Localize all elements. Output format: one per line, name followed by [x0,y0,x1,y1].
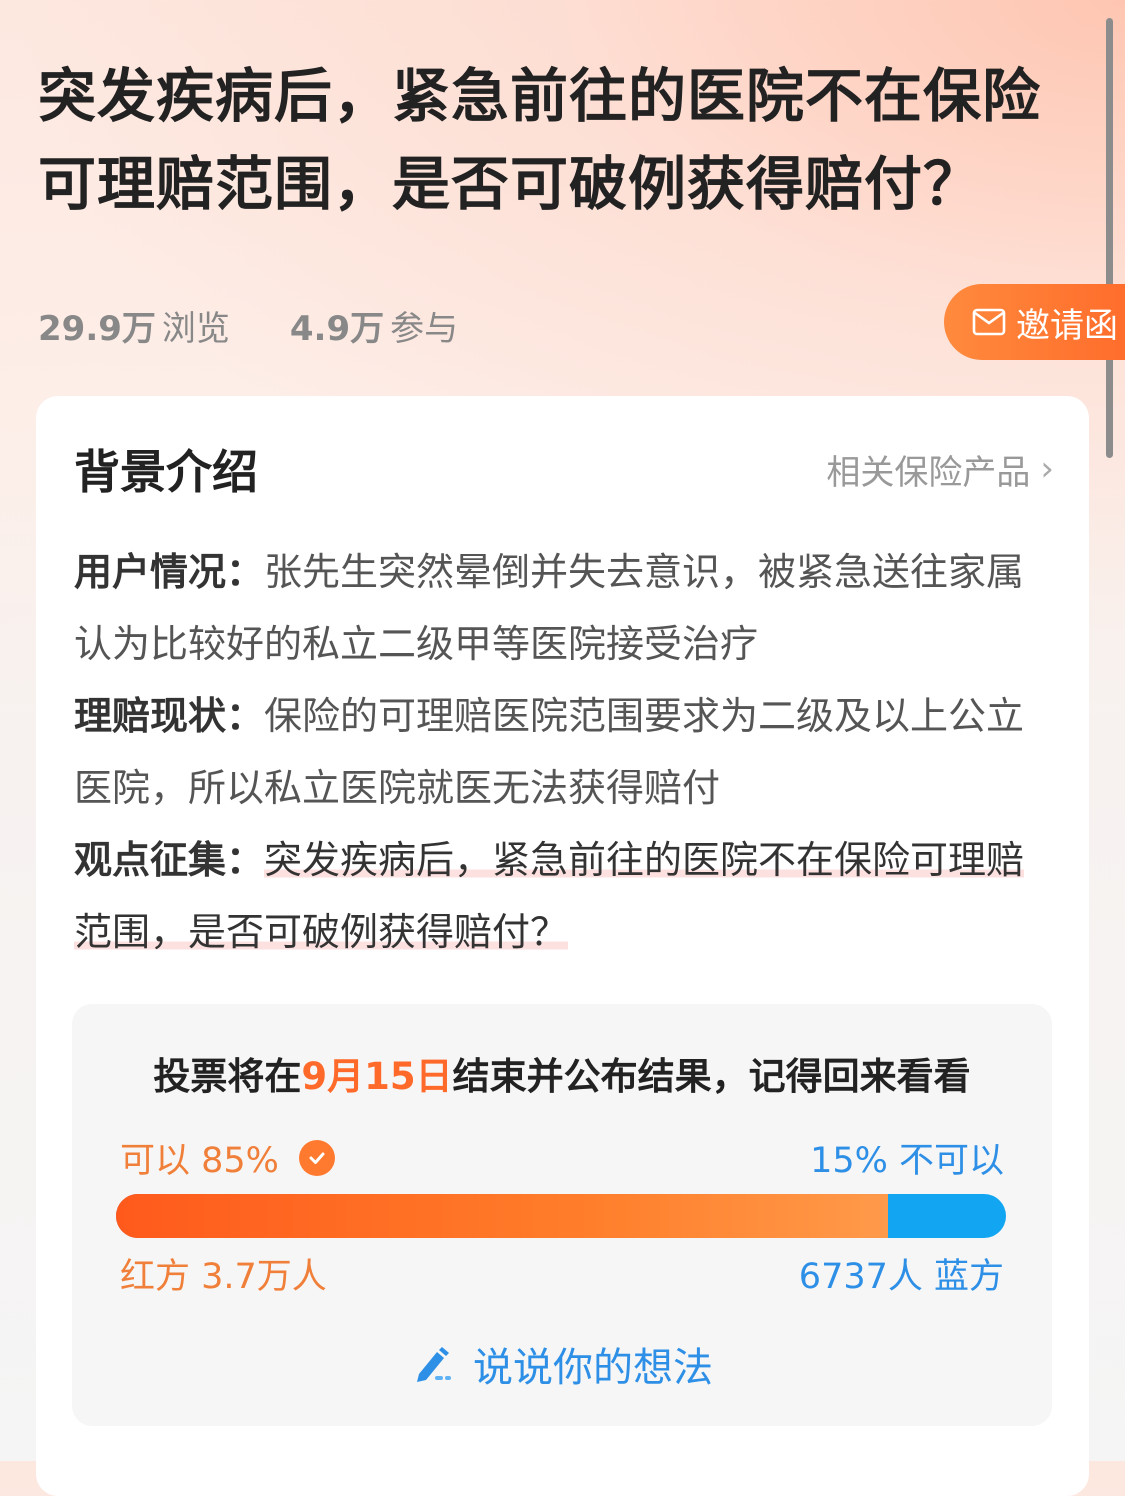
section-label: 理赔现状： [74,694,265,738]
red-share-fill [116,1194,888,1238]
check-icon [298,1139,335,1176]
page-title: 突发疾病后，紧急前往的医院不在保险可理赔范围，是否可破例获得赔付？ [38,62,1042,218]
chevron-right-icon: › [1040,449,1054,489]
section-label: 观点征集： [74,838,265,882]
participants-count: 4.9万 [289,308,385,349]
background-description: 用户情况：张先生突然晕倒并失去意识，被紧急送往家属认为比较好的私立二级甲等医院接… [74,536,1049,968]
blue-option-label[interactable]: 15% 不可以 [810,1132,1004,1183]
user-situation: 用户情况：张先生突然晕倒并失去意识，被紧急送往家属认为比较好的私立二级甲等医院接… [74,536,1049,680]
pencil-icon [417,1347,451,1382]
vote-end-date: 9月15日 [301,1055,453,1098]
related-products-link[interactable]: 相关保险产品 › [826,445,1054,494]
notice-prefix: 投票将在 [153,1055,302,1098]
vote-panel: 投票将在9月15日结束并公布结果，记得回来看看 可以 85% 15% 不可以 红… [72,1004,1052,1426]
notice-suffix: 结束并公布结果，记得回来看看 [452,1055,971,1098]
vote-options-row: 可以 85% 15% 不可以 [120,1132,1004,1183]
share-opinion-label: 说说你的想法 [473,1345,713,1391]
red-option[interactable]: 可以 85% [120,1132,335,1183]
stats-row: 29.9万 浏览 4.9万 参与 [38,300,518,350]
participants-label: 参与 [390,308,459,349]
blue-count: 6737人 蓝方 [798,1257,1004,1297]
views-stat: 29.9万 浏览 [38,301,230,350]
share-opinion-button[interactable]: 说说你的想法 [72,1334,1052,1394]
vote-notice: 投票将在9月15日结束并公布结果，记得回来看看 [72,1046,1052,1100]
participants-stat: 4.9万 参与 [290,301,458,350]
mail-icon [972,308,1006,336]
background-card: 背景介绍 相关保险产品 › 用户情况：张先生突然晕倒并失去意识，被紧急送往家属认… [36,396,1089,1496]
opinion-collection: 观点征集：突发疾病后，紧急前往的医院不在保险可理赔范围，是否可破例获得赔付？ [74,824,1049,968]
scrollbar[interactable] [1106,18,1113,458]
card-title: 背景介绍 [74,445,258,499]
red-count: 红方 3.7万人 [120,1257,327,1297]
card-header: 背景介绍 相关保险产品 › [74,436,1054,502]
views-label: 浏览 [161,308,230,349]
views-count: 29.9万 [38,308,156,349]
claim-status: 理赔现状：保险的可理赔医院范围要求为二级及以上公立医院，所以私立医院就医无法获得… [74,680,1049,824]
vote-counts-row: 红方 3.7万人 6737人 蓝方 [120,1248,1004,1299]
related-products-label: 相关保险产品 [826,452,1031,493]
invite-button[interactable]: 邀请函 [944,284,1125,360]
invite-label: 邀请函 [1016,305,1118,346]
section-label: 用户情况： [74,550,265,594]
red-option-label: 可以 85% [120,1141,279,1181]
vote-progress-bar [116,1194,1006,1238]
